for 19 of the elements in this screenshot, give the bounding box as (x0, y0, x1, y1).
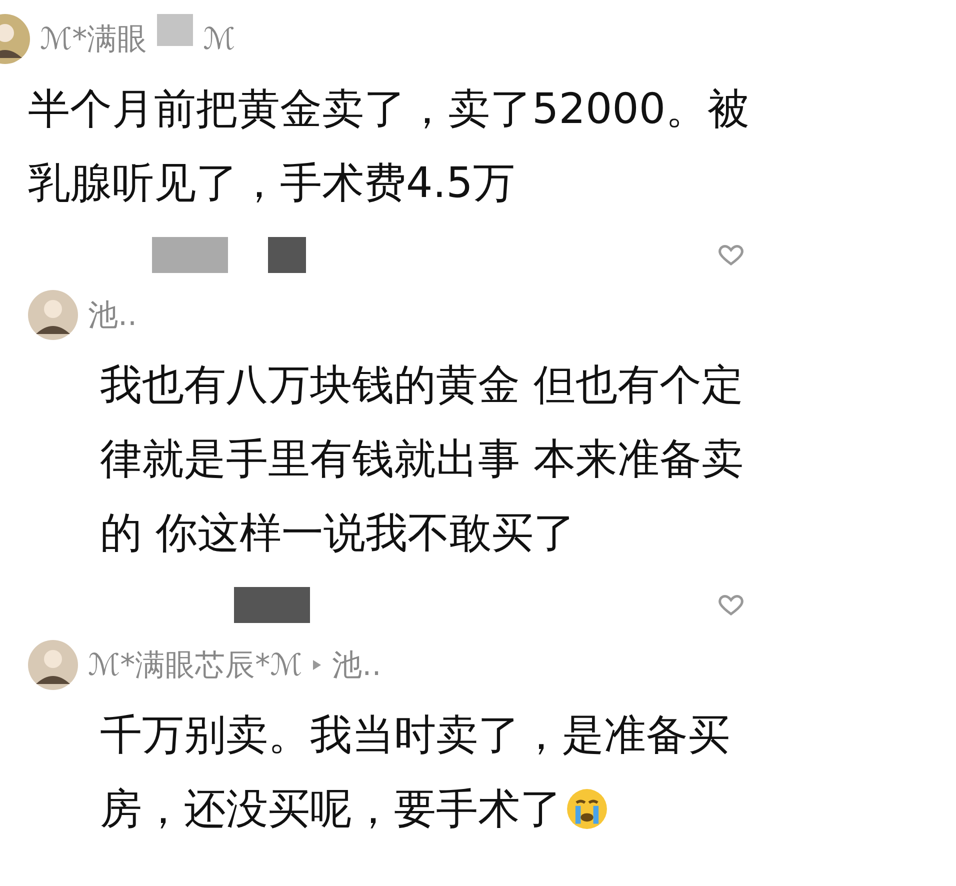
comment-text: 我也有八万块钱的黄金 但也有个定 (100, 359, 744, 411)
heart-icon[interactable] (716, 244, 746, 266)
comment-text: 千万别卖。我当时卖了，是准备买 (100, 709, 730, 761)
comment-text: 房，还没买呢，要手术了 (100, 783, 562, 835)
user-name[interactable]: ℳ*满眼 (40, 18, 148, 60)
heart-icon[interactable] (716, 594, 746, 616)
censor-block (268, 237, 306, 273)
comment-text: 半个月前把黄金卖了，卖了52000。被 (28, 83, 750, 135)
comment-text: 的 你这样一说我不敢买了 (100, 507, 576, 559)
avatar[interactable] (28, 640, 78, 690)
comment-text: 乳腺听见了，手术费4.5万 (28, 157, 515, 209)
reply-arrow-icon (312, 658, 322, 672)
user-name[interactable]: ℳ*满眼芯辰*ℳ (88, 644, 302, 686)
reply-to-name[interactable]: 池.. (332, 644, 382, 686)
user-name[interactable]: 池.. (88, 294, 138, 336)
censor-block (157, 14, 194, 46)
avatar[interactable] (28, 290, 78, 340)
user-name-suffix: ℳ (203, 22, 236, 56)
comment-text: 律就是手里有钱就出事 本来准备卖 (100, 433, 744, 485)
